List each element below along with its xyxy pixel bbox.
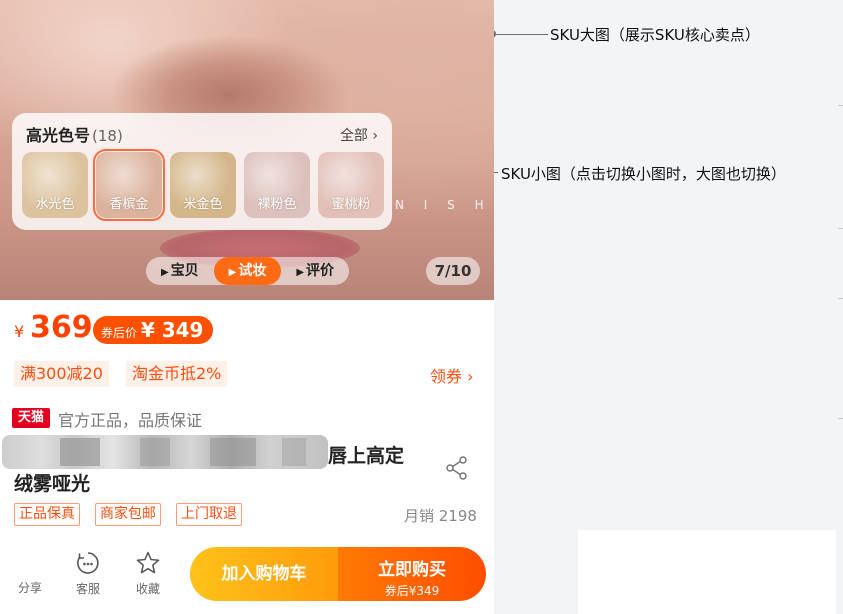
tab-label: 试妆 (238, 263, 267, 279)
buy-now-label: 立即购买 (378, 560, 446, 580)
panel-tick (838, 105, 843, 106)
tab-product[interactable]: ▶ 宝贝 (146, 257, 214, 285)
customer-service-icon (77, 552, 99, 574)
official-guarantee-text: 官方正品，品质保证 (58, 411, 203, 430)
blur-pixel (60, 438, 100, 466)
tab-reviews[interactable]: ▶ 评价 (281, 257, 349, 285)
add-to-cart-button[interactable]: 加入购物车 (190, 547, 338, 601)
coupon-price-value: ¥ 349 (140, 318, 204, 342)
service-tag: 商家包邮 (95, 503, 161, 526)
tab-label: 宝贝 (170, 263, 199, 279)
sku-panel-title-text: 高光色号 (26, 126, 91, 145)
service-tag: 上门取退 (176, 503, 242, 526)
share-label: 分享 (17, 581, 42, 595)
swatch-label: 水光色 (35, 197, 75, 212)
swatch-label: 裸粉色 (257, 197, 297, 212)
buy-now-coupon-price: 券后¥349 (384, 584, 440, 598)
currency-symbol: ¥ (14, 322, 25, 341)
monthly-sales: 月销 2198 (404, 507, 477, 525)
sku-all-link[interactable]: 全部 › (340, 125, 378, 145)
promo-tag[interactable]: 满300减20 (14, 361, 109, 387)
annotation-panel (494, 0, 843, 614)
sku-thumbnail-panel: 高光色号 (18) 全部 › 水光色 香槟金 米金色 裸粉色 蜜桃粉 (12, 113, 392, 230)
get-coupon-link[interactable]: 领券 › (430, 363, 474, 387)
customer-service-button[interactable]: 客服 (68, 550, 108, 597)
annotation-blank-area (578, 530, 836, 614)
play-icon: ▶ (160, 267, 169, 278)
chevron-right-icon: › (367, 128, 378, 144)
chevron-right-icon: › (462, 367, 474, 386)
star-icon (136, 551, 160, 574)
sku-swatch-list: 水光色 香槟金 米金色 裸粉色 蜜桃粉 (22, 149, 384, 221)
promo-tag[interactable]: 淘金币抵2% (126, 361, 228, 387)
customer-service-label: 客服 (75, 582, 100, 596)
buy-now-button[interactable]: 立即购买 券后¥349 (338, 547, 486, 601)
sku-count: (18) (92, 127, 123, 145)
favorite-button[interactable]: 收藏 (128, 550, 168, 597)
sku-swatch[interactable]: 香槟金 (93, 149, 165, 221)
sku-swatch[interactable]: 水光色 (22, 152, 88, 218)
sku-swatch[interactable]: 裸粉色 (244, 152, 310, 218)
tab-label: 评价 (306, 263, 335, 279)
annotation-leader-line (496, 34, 548, 35)
sku-swatch[interactable]: 蜜桃粉 (318, 152, 384, 218)
brand-watermark: N I S H (395, 198, 492, 212)
annotation-main-image: SKU大图（展示SKU核心卖点） (550, 26, 760, 44)
product-title-line2: 绒雾哑光 (14, 473, 91, 495)
image-counter: 7/10 (426, 257, 480, 285)
swatch-label: 香槟金 (109, 197, 149, 212)
play-icon: ▶ (228, 267, 237, 278)
coupon-price-prefix: 券后价 (101, 326, 138, 340)
favorite-label: 收藏 (135, 582, 160, 596)
coupon-price-badge: 券后价 ¥ 349 (93, 316, 214, 344)
sku-all-label: 全部 (339, 128, 368, 144)
sku-panel-title: 高光色号 (18) (26, 122, 123, 146)
media-tab-switcher: ▶ 宝贝 ▶ 试妆 ▶ 评价 (146, 257, 349, 285)
service-tag: 正品保真 (14, 503, 80, 526)
panel-tick (838, 228, 843, 229)
price-value: 369 (30, 310, 93, 345)
product-title-line1: 唇上高定 (328, 445, 405, 467)
tab-try-on[interactable]: ▶ 试妆 (213, 257, 282, 285)
tmall-badge: 天猫 (12, 408, 50, 428)
blur-pixel (210, 438, 256, 466)
play-icon: ▶ (296, 267, 305, 278)
swatch-label: 米金色 (183, 197, 223, 212)
panel-tick (838, 418, 843, 419)
share-button[interactable]: 分享 (10, 579, 50, 596)
swatch-label: 蜜桃粉 (331, 197, 371, 212)
sku-swatch[interactable]: 米金色 (170, 152, 236, 218)
sku-main-image[interactable]: N I S H 高光色号 (18) 全部 › 水光色 香槟金 米金色 裸粉色 蜜桃… (0, 0, 494, 300)
panel-tick (838, 298, 843, 299)
get-coupon-label: 领券 (430, 367, 463, 386)
blur-pixel (140, 438, 170, 466)
annotation-thumbnails: SKU小图（点击切换小图时，大图也切换） (501, 165, 786, 183)
blur-pixel (282, 438, 306, 466)
share-icon[interactable] (444, 455, 470, 481)
